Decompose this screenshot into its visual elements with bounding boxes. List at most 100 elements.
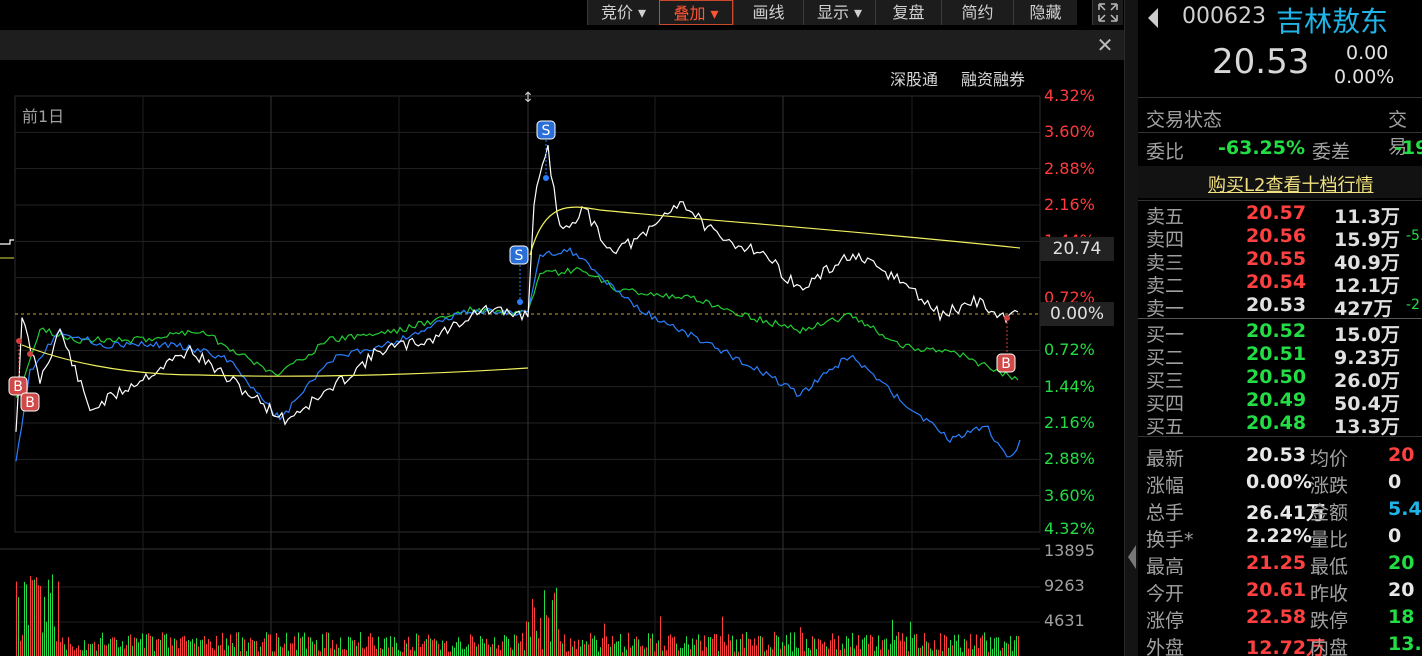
volume-bar xyxy=(186,640,187,656)
volume-bar xyxy=(778,636,779,656)
volume-bar xyxy=(774,631,775,656)
stat-value: 20 xyxy=(1388,444,1415,466)
volume-bar xyxy=(90,644,91,656)
volume-bar xyxy=(846,636,847,656)
volume-bar xyxy=(800,627,801,656)
volume-bar xyxy=(148,633,149,656)
volume-bar xyxy=(748,638,749,656)
volume-bar xyxy=(76,648,77,656)
volume-bar xyxy=(134,637,135,656)
volume-bar xyxy=(838,635,839,656)
volume-bar xyxy=(264,638,265,656)
volume-bar xyxy=(768,644,769,656)
volume-bar xyxy=(196,638,197,656)
volume-bar xyxy=(970,634,971,656)
volume-bar xyxy=(964,639,965,656)
l2-purchase-link[interactable]: 购买L2查看十档行情 xyxy=(1208,171,1373,197)
volume-bar xyxy=(172,645,173,656)
volume-bar xyxy=(342,649,343,656)
volume-bar xyxy=(602,638,603,656)
volume-bar xyxy=(1002,647,1003,656)
volume-bar xyxy=(94,641,95,656)
volume-bar xyxy=(280,646,281,656)
prev-stock-icon[interactable] xyxy=(1148,8,1158,28)
volume-bar xyxy=(414,650,415,656)
sell-marker: S xyxy=(536,120,556,140)
volume-bar xyxy=(862,639,863,656)
volume-bar xyxy=(408,636,409,656)
volume-bar xyxy=(650,638,651,656)
volume-bar xyxy=(176,640,177,656)
ask-row: 卖三 20.55 40.9万 xyxy=(1138,248,1422,274)
volume-bar xyxy=(54,626,55,656)
bid-price: 20.48 xyxy=(1246,412,1307,434)
volume-bar xyxy=(962,651,963,656)
volume-bar xyxy=(832,633,833,656)
volume-bar xyxy=(102,632,103,656)
volume-bar xyxy=(390,636,391,656)
volume-bar xyxy=(1016,635,1017,656)
volume-bar xyxy=(848,638,849,656)
volume-bar xyxy=(360,632,361,656)
collapse-arrow-icon[interactable] xyxy=(1128,545,1136,569)
axis-label-up-3: 2.16% xyxy=(1044,195,1095,214)
volume-bar xyxy=(708,637,709,656)
volume-bar xyxy=(514,634,515,656)
volume-bar xyxy=(872,636,873,656)
intraday-chart[interactable]: SSBBB↕ xyxy=(0,0,1124,656)
volume-bar xyxy=(506,636,507,656)
volume-bar xyxy=(382,649,383,656)
volume-bar xyxy=(494,637,495,656)
volume-bar xyxy=(738,651,739,656)
quote-panel: 000623 吉林敖东 20.53 0.00 0.00% 交易状态 交易 委比 … xyxy=(1138,0,1422,656)
volume-bar xyxy=(452,645,453,656)
volume-bar xyxy=(258,651,259,656)
volume-bar xyxy=(400,651,401,656)
volume-bar xyxy=(234,647,235,656)
ask-price: 20.57 xyxy=(1246,202,1307,224)
volume-bar xyxy=(710,637,711,656)
stat-label: 最低 xyxy=(1310,556,1349,578)
volume-bar xyxy=(372,637,373,656)
volume-bar xyxy=(398,649,399,656)
volume-bar xyxy=(46,621,47,656)
volume-bar xyxy=(266,632,267,656)
volume-bar xyxy=(204,636,205,656)
price-tag: 20.74 xyxy=(1040,237,1114,261)
volume-bar xyxy=(406,643,407,656)
volume-bar xyxy=(722,616,723,656)
volume-bar xyxy=(254,641,255,656)
volume-bar xyxy=(696,639,697,656)
volume-bar xyxy=(454,647,455,656)
volume-bar xyxy=(474,642,475,656)
volume-bar xyxy=(322,634,323,656)
stat-value: 20.53 xyxy=(1246,444,1307,466)
svg-text:B: B xyxy=(1001,356,1011,372)
volume-bar xyxy=(694,644,695,656)
volume-bar xyxy=(612,636,613,656)
volume-bar xyxy=(564,634,565,656)
volume-bar xyxy=(238,632,239,656)
volume-bar xyxy=(596,639,597,656)
volume-bar xyxy=(32,580,33,656)
volume-bar xyxy=(1018,636,1019,656)
volume-bar xyxy=(944,634,945,656)
buy-marker: B xyxy=(8,376,28,396)
volume-bar xyxy=(776,635,777,656)
volume-bar xyxy=(68,637,69,656)
volume-bar xyxy=(140,639,141,656)
volume-bar xyxy=(582,639,583,656)
stock-code: 000623 xyxy=(1182,4,1266,29)
volume-bar xyxy=(906,636,907,656)
volume-bar xyxy=(308,636,309,656)
stat-value: 0 xyxy=(1388,525,1402,547)
volume-bar xyxy=(446,640,447,656)
volume-bar xyxy=(228,645,229,656)
volume-bar xyxy=(682,648,683,656)
volume-bar xyxy=(620,634,621,656)
volume-bar xyxy=(788,644,789,656)
volume-bar xyxy=(820,639,821,656)
volume-bar xyxy=(640,646,641,656)
volume-bar xyxy=(296,649,297,656)
volume-bar xyxy=(492,644,493,656)
